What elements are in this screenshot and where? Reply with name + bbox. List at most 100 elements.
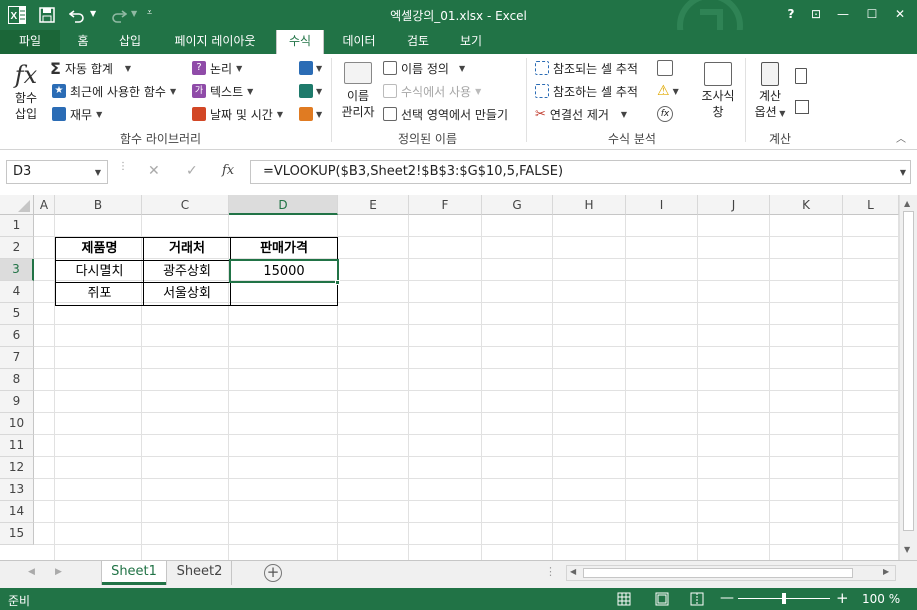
close-button[interactable]: ✕ bbox=[887, 3, 913, 25]
column-header-e[interactable]: E bbox=[338, 195, 409, 215]
column-header-a[interactable]: A bbox=[34, 195, 55, 215]
name-box[interactable]: D3 ▼ bbox=[6, 160, 108, 184]
row-header-10[interactable]: 10 bbox=[0, 413, 34, 435]
row-header-7[interactable]: 7 bbox=[0, 347, 34, 369]
date-time-button[interactable]: 날짜 및 시간 ▼ bbox=[192, 104, 283, 124]
page-break-view-button[interactable] bbox=[690, 592, 704, 606]
fill-handle[interactable] bbox=[335, 280, 340, 285]
horizontal-scroll-thumb[interactable] bbox=[583, 568, 853, 578]
financial-button[interactable]: 재무 ▼ bbox=[52, 104, 102, 124]
tab-file[interactable]: 파일 bbox=[0, 30, 60, 54]
column-header-b[interactable]: B bbox=[55, 195, 142, 215]
row-header-12[interactable]: 12 bbox=[0, 457, 34, 479]
define-name-button[interactable]: 이름 정의 ▼ bbox=[383, 58, 465, 78]
zoom-level[interactable]: 100 % bbox=[862, 592, 900, 606]
cell-c3[interactable]: 광주상회 bbox=[144, 261, 230, 283]
lookup-reference-button[interactable]: ▼ bbox=[299, 58, 322, 78]
error-checking-button[interactable]: ⚠ ▼ bbox=[657, 83, 679, 99]
column-header-l[interactable]: L bbox=[843, 195, 899, 215]
zoom-slider[interactable] bbox=[738, 593, 830, 604]
normal-view-button[interactable] bbox=[617, 592, 631, 606]
row-header-6[interactable]: 6 bbox=[0, 325, 34, 347]
autosum-button[interactable]: Σ 자동 합계 ▼ bbox=[50, 58, 131, 78]
column-header-j[interactable]: J bbox=[698, 195, 770, 215]
use-in-formula-button[interactable]: 수식에서 사용 ▼ bbox=[383, 81, 481, 101]
more-functions-button[interactable]: ▼ bbox=[299, 104, 322, 124]
create-from-selection-button[interactable]: 선택 영역에서 만들기 bbox=[383, 104, 508, 124]
cell-b3[interactable]: 다시멸치 bbox=[56, 261, 143, 283]
tab-insert[interactable]: 삽입 bbox=[108, 30, 152, 54]
vertical-scrollbar[interactable]: ▲ ▼ bbox=[899, 195, 917, 560]
confirm-entry-button[interactable]: ✓ bbox=[186, 163, 198, 179]
header-vendor[interactable]: 거래처 bbox=[144, 238, 230, 260]
column-header-g[interactable]: G bbox=[482, 195, 553, 215]
maximize-button[interactable]: ☐ bbox=[859, 3, 885, 25]
zoom-in-button[interactable]: + bbox=[836, 589, 849, 607]
column-header-f[interactable]: F bbox=[409, 195, 482, 215]
calculation-options-button[interactable]: 계산 옵션 ▼ bbox=[752, 62, 788, 122]
name-manager-button[interactable]: 이름 관리자 bbox=[338, 62, 378, 120]
insert-function-button[interactable]: fx 함수 삽입 bbox=[6, 60, 46, 130]
zoom-out-button[interactable]: — bbox=[720, 590, 734, 606]
header-product-name[interactable]: 제품명 bbox=[56, 238, 143, 260]
trace-dependents-button[interactable]: 참조하는 셀 추적 bbox=[535, 81, 638, 101]
logical-button[interactable]: ? 논리 ▼ bbox=[192, 58, 242, 78]
tab-formulas[interactable]: 수식 bbox=[276, 30, 324, 55]
cell-b4[interactable]: 쥐포 bbox=[56, 283, 143, 305]
watch-window-button[interactable]: 조사식 창 bbox=[697, 62, 739, 120]
tab-data[interactable]: 데이터 bbox=[332, 30, 386, 54]
remove-arrows-button[interactable]: ✂ 연결선 제거 ▼ bbox=[535, 104, 627, 124]
row-header-8[interactable]: 8 bbox=[0, 369, 34, 391]
row-header-4[interactable]: 4 bbox=[0, 281, 34, 303]
help-button[interactable]: ? bbox=[778, 3, 804, 25]
row-header-3[interactable]: 3 bbox=[0, 259, 34, 281]
column-header-c[interactable]: C bbox=[142, 195, 229, 215]
page-layout-view-button[interactable] bbox=[655, 592, 669, 606]
recently-used-button[interactable]: ★ 최근에 사용한 함수 ▼ bbox=[52, 81, 176, 101]
sheet-tab-sheet2[interactable]: Sheet2 bbox=[168, 561, 232, 585]
sheet-scroll-dots-icon[interactable]: ⋮ bbox=[545, 565, 556, 578]
cell-d4[interactable] bbox=[231, 283, 337, 305]
tab-page-layout[interactable]: 페이지 레이아웃 bbox=[160, 30, 270, 54]
tab-view[interactable]: 보기 bbox=[448, 30, 494, 54]
select-all-button[interactable] bbox=[0, 195, 34, 215]
text-functions-button[interactable]: 가 텍스트 ▼ bbox=[192, 81, 253, 101]
trace-precedents-button[interactable]: 참조되는 셀 추적 bbox=[535, 58, 638, 78]
row-header-14[interactable]: 14 bbox=[0, 501, 34, 523]
evaluate-formula-button[interactable]: fx bbox=[657, 106, 673, 122]
row-header-2[interactable]: 2 bbox=[0, 237, 34, 259]
worksheet-grid[interactable]: ABCDEFGHIJKL 1 2 3 4 5 6 7 8 9 10 11 12 13 14 15 제품명 거… bbox=[0, 195, 917, 560]
column-header-d[interactable]: D bbox=[229, 195, 338, 215]
column-header-i[interactable]: I bbox=[626, 195, 698, 215]
scroll-down-icon[interactable]: ▼ bbox=[904, 545, 910, 554]
cancel-entry-button[interactable]: ✕ bbox=[148, 163, 160, 179]
row-header-9[interactable]: 9 bbox=[0, 391, 34, 413]
insert-function-fx-button[interactable]: fx bbox=[222, 163, 234, 178]
collapse-ribbon-icon[interactable]: ︿ bbox=[896, 130, 906, 145]
show-formulas-button[interactable] bbox=[657, 60, 673, 76]
formula-bar-grip-icon[interactable]: ⋮ bbox=[118, 162, 128, 172]
tab-review[interactable]: 검토 bbox=[393, 30, 443, 54]
math-trig-button[interactable]: ▼ bbox=[299, 81, 322, 101]
row-header-11[interactable]: 11 bbox=[0, 435, 34, 457]
column-header-k[interactable]: K bbox=[770, 195, 843, 215]
row-header-1[interactable]: 1 bbox=[0, 215, 34, 237]
new-sheet-button[interactable]: + bbox=[264, 564, 282, 582]
scroll-left-icon[interactable]: ◀ bbox=[570, 567, 576, 576]
row-header-13[interactable]: 13 bbox=[0, 479, 34, 501]
calculate-sheet-button[interactable] bbox=[795, 100, 809, 114]
sheet-tab-sheet1[interactable]: Sheet1 bbox=[102, 561, 166, 585]
minimize-button[interactable]: — bbox=[830, 3, 856, 25]
cell-c4[interactable]: 서울상회 bbox=[144, 283, 230, 305]
row-header-15[interactable]: 15 bbox=[0, 523, 34, 545]
tab-home[interactable]: 홈 bbox=[62, 30, 104, 54]
horizontal-scrollbar[interactable]: ◀ ▶ bbox=[566, 565, 896, 581]
header-sale-price[interactable]: 판매가격 bbox=[231, 238, 337, 260]
row-header-5[interactable]: 5 bbox=[0, 303, 34, 325]
scroll-right-icon[interactable]: ▶ bbox=[883, 567, 889, 576]
calculate-now-button[interactable] bbox=[795, 68, 807, 84]
ribbon-display-button[interactable]: ⊡ bbox=[803, 3, 829, 25]
formula-input[interactable]: =VLOOKUP($B3,Sheet2!$B$3:$G$10,5,FALSE) … bbox=[250, 160, 911, 184]
zoom-slider-thumb[interactable] bbox=[782, 593, 786, 604]
chevron-down-icon[interactable]: ▼ bbox=[95, 168, 101, 177]
